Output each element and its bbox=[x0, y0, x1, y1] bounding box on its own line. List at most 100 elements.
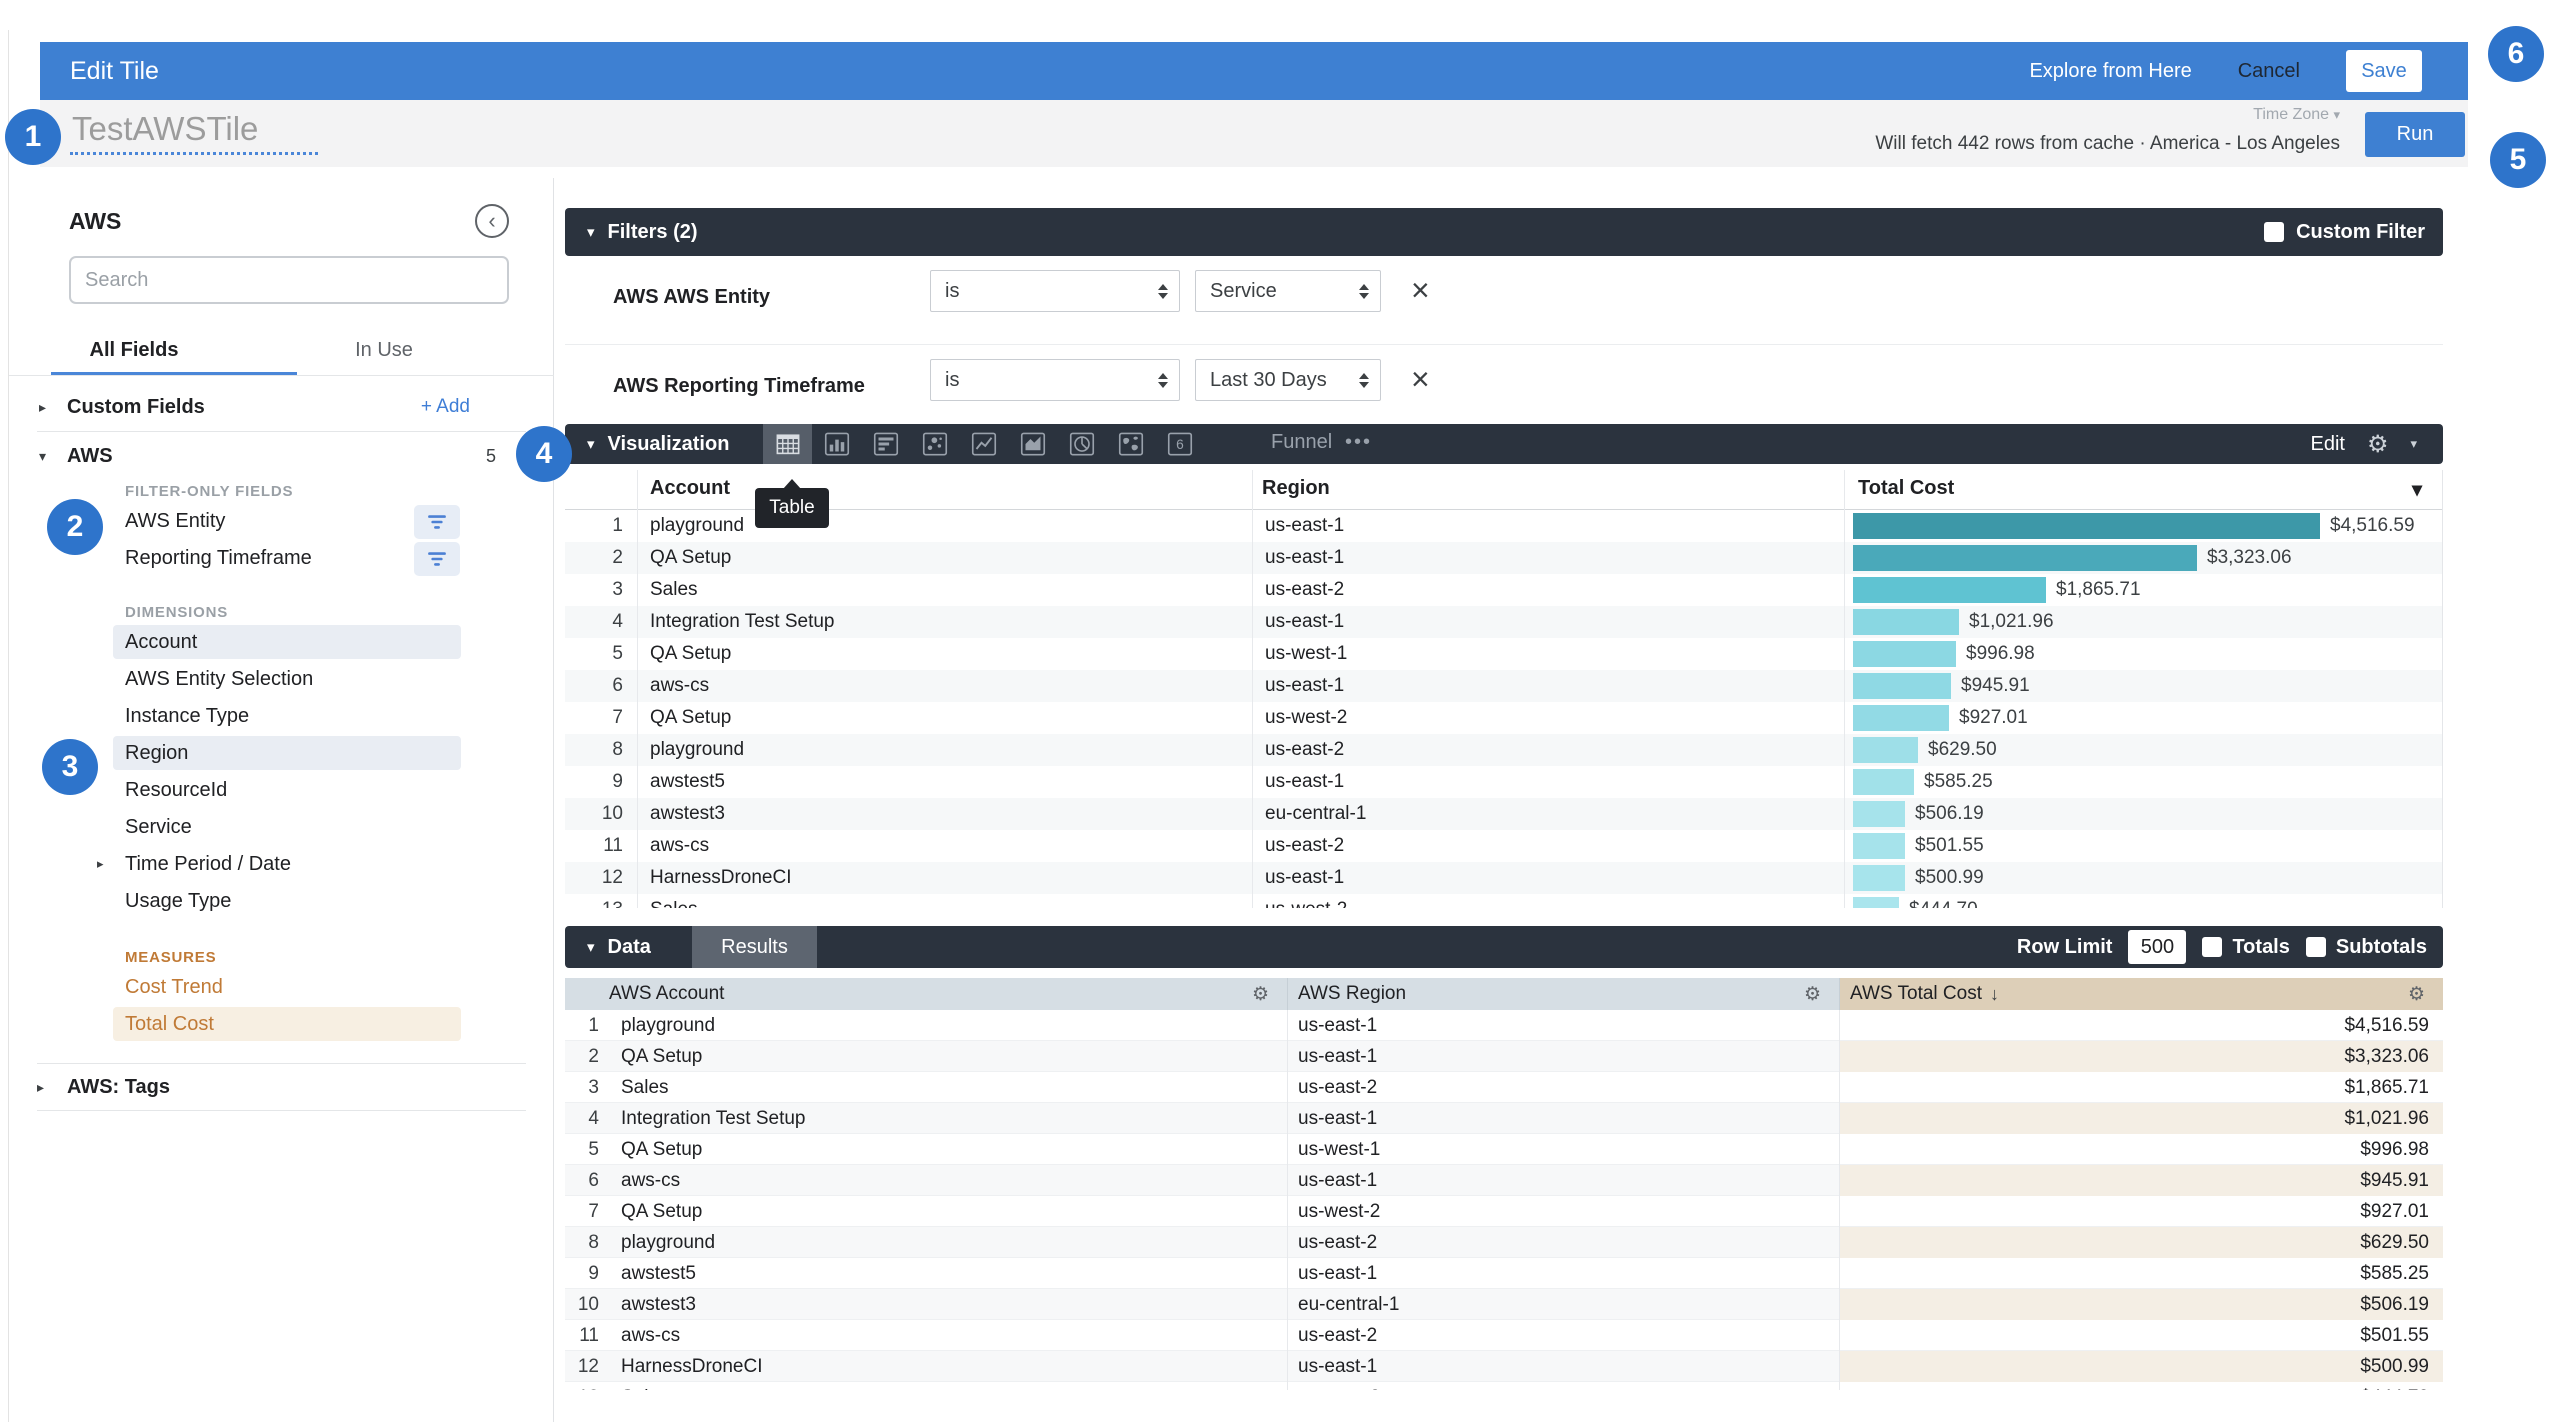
tab-all-fields[interactable]: All Fields bbox=[9, 330, 259, 376]
region-cell[interactable]: us-east-2 bbox=[1252, 579, 1844, 601]
pie-chart-icon[interactable] bbox=[1057, 424, 1106, 464]
funnel-chart-button[interactable]: Funnel bbox=[1271, 431, 1332, 454]
aws-total-cost-cell[interactable]: $585.25 bbox=[1839, 1258, 2443, 1289]
tab-in-use[interactable]: In Use bbox=[259, 330, 509, 376]
sidebar-item-aws-entity-selection[interactable]: AWS Entity Selection bbox=[9, 662, 554, 699]
column-header-region[interactable]: Region bbox=[1262, 477, 1330, 500]
account-cell[interactable]: HarnessDroneCI bbox=[637, 867, 1252, 889]
aws-region-cell[interactable]: us-east-1 bbox=[1287, 1351, 1839, 1382]
region-cell[interactable]: us-east-1 bbox=[1252, 547, 1844, 569]
aws-account-cell[interactable]: QA Setup bbox=[608, 1139, 1287, 1161]
remove-filter-button[interactable]: × bbox=[1411, 361, 1430, 398]
aws-total-cost-cell[interactable]: $629.50 bbox=[1839, 1227, 2443, 1258]
region-cell[interactable]: us-east-1 bbox=[1252, 611, 1844, 633]
collapse-filters-icon[interactable]: ▾ bbox=[587, 223, 595, 241]
gear-icon[interactable]: ⚙ bbox=[1804, 983, 1821, 1006]
remove-filter-button[interactable]: × bbox=[1411, 272, 1430, 309]
sidebar-item-instance-type[interactable]: Instance Type bbox=[9, 699, 554, 736]
field-label[interactable]: Reporting Timeframe bbox=[125, 541, 312, 575]
filter-operator-select[interactable]: is bbox=[930, 270, 1180, 312]
cost-bar[interactable] bbox=[1853, 801, 1905, 827]
filter-icon[interactable] bbox=[414, 505, 460, 539]
map-chart-icon[interactable] bbox=[1106, 424, 1155, 464]
area-chart-icon[interactable] bbox=[1008, 424, 1057, 464]
search-input[interactable] bbox=[69, 256, 509, 304]
aws-total-cost-cell[interactable]: $4,516.59 bbox=[1839, 1010, 2443, 1041]
collapse-sidebar-button[interactable]: ‹ bbox=[475, 204, 509, 238]
cost-bar[interactable] bbox=[1853, 673, 1951, 699]
region-cell[interactable]: us-west-1 bbox=[1252, 643, 1844, 665]
aws-account-cell[interactable]: HarnessDroneCI bbox=[608, 1356, 1287, 1378]
custom-filter-checkbox[interactable] bbox=[2264, 222, 2284, 242]
collapse-visualization-icon[interactable]: ▾ bbox=[587, 435, 595, 453]
aws-region-cell[interactable]: us-east-1 bbox=[1287, 1041, 1839, 1072]
account-cell[interactable]: QA Setup bbox=[637, 707, 1252, 729]
aws-region-cell[interactable]: us-east-2 bbox=[1287, 1072, 1839, 1103]
cost-bar[interactable] bbox=[1853, 609, 1959, 635]
filter-value-select[interactable]: Service bbox=[1195, 270, 1381, 312]
aws-region-cell[interactable]: us-east-1 bbox=[1287, 1165, 1839, 1196]
table-icon[interactable] bbox=[763, 424, 812, 464]
bar-chart-icon[interactable] bbox=[861, 424, 910, 464]
aws-total-cost-cell[interactable]: $501.55 bbox=[1839, 1320, 2443, 1351]
cost-bar[interactable] bbox=[1853, 769, 1914, 795]
account-cell[interactable]: awstest5 bbox=[637, 771, 1252, 793]
save-button[interactable]: Save bbox=[2346, 50, 2422, 92]
account-cell[interactable]: QA Setup bbox=[637, 643, 1252, 665]
aws-group-row[interactable]: ▾ AWS 5 bbox=[9, 432, 554, 480]
chevron-down-icon[interactable]: ▾ bbox=[2410, 436, 2417, 452]
more-chart-types-button[interactable]: ••• bbox=[1345, 431, 1372, 454]
sidebar-item-usage-type[interactable]: Usage Type bbox=[9, 884, 554, 921]
aws-region-cell[interactable]: eu-central-1 bbox=[1287, 1289, 1839, 1320]
region-cell[interactable]: us-east-1 bbox=[1252, 771, 1844, 793]
cost-bar[interactable] bbox=[1853, 577, 2046, 603]
row-limit-input[interactable] bbox=[2128, 930, 2186, 964]
account-cell[interactable]: QA Setup bbox=[637, 547, 1252, 569]
aws-region-cell[interactable]: us-east-1 bbox=[1287, 1103, 1839, 1134]
gear-icon[interactable]: ⚙ bbox=[1252, 983, 1269, 1006]
account-cell[interactable]: Integration Test Setup bbox=[637, 611, 1252, 633]
cost-bar[interactable] bbox=[1853, 705, 1949, 731]
cancel-button[interactable]: Cancel bbox=[2238, 60, 2300, 83]
sidebar-item-cost-trend[interactable]: Cost Trend bbox=[9, 970, 554, 1007]
edit-visualization-button[interactable]: Edit bbox=[2310, 433, 2344, 456]
aws-account-cell[interactable]: QA Setup bbox=[608, 1046, 1287, 1068]
subtotals-checkbox[interactable] bbox=[2306, 937, 2326, 957]
add-custom-field-button[interactable]: + Add bbox=[421, 383, 470, 431]
aws-total-cost-cell[interactable]: $506.19 bbox=[1839, 1289, 2443, 1320]
aws-region-cell[interactable]: us-east-2 bbox=[1287, 1227, 1839, 1258]
account-cell[interactable]: playground bbox=[637, 739, 1252, 761]
region-cell[interactable]: us-east-1 bbox=[1252, 867, 1844, 889]
aws-account-cell[interactable]: Sales bbox=[608, 1387, 1287, 1391]
aws-account-cell[interactable]: Sales bbox=[608, 1077, 1287, 1099]
column-header-total-cost[interactable]: Total Cost bbox=[1858, 477, 1954, 500]
aws-region-cell[interactable]: us-west-1 bbox=[1287, 1134, 1839, 1165]
cost-bar[interactable] bbox=[1853, 513, 2320, 539]
column-sort-chevron-icon[interactable]: ▾ bbox=[2412, 477, 2422, 502]
region-cell[interactable]: us-east-2 bbox=[1252, 835, 1844, 857]
aws-region-cell[interactable]: us-east-2 bbox=[1287, 1320, 1839, 1351]
aws-account-cell[interactable]: QA Setup bbox=[608, 1201, 1287, 1223]
filter-icon[interactable] bbox=[414, 542, 460, 576]
account-cell[interactable]: playground bbox=[637, 515, 1252, 537]
column-chart-icon[interactable] bbox=[812, 424, 861, 464]
account-cell[interactable]: Sales bbox=[637, 579, 1252, 601]
single-value-icon[interactable]: 6 bbox=[1155, 424, 1204, 464]
sidebar-item-account[interactable]: Account bbox=[9, 625, 554, 662]
account-cell[interactable]: aws-cs bbox=[637, 835, 1252, 857]
custom-fields-row[interactable]: ▸ Custom Fields + Add bbox=[9, 383, 554, 431]
region-cell[interactable]: us-west-2 bbox=[1252, 707, 1844, 729]
cost-bar[interactable] bbox=[1853, 641, 1956, 667]
aws-account-cell[interactable]: Integration Test Setup bbox=[608, 1108, 1287, 1130]
region-cell[interactable]: us-east-1 bbox=[1252, 515, 1844, 537]
gear-icon[interactable]: ⚙ bbox=[2367, 430, 2389, 459]
cost-bar[interactable] bbox=[1853, 545, 2197, 571]
sidebar-item-service[interactable]: Service bbox=[9, 810, 554, 847]
time-zone-control[interactable]: Time Zone ▾ bbox=[2253, 106, 2340, 124]
account-cell[interactable]: awstest3 bbox=[637, 803, 1252, 825]
filter-value-select[interactable]: Last 30 Days bbox=[1195, 359, 1381, 401]
column-header-aws-total-cost[interactable]: AWS Total Cost ↓ ⚙ bbox=[1839, 978, 2443, 1010]
aws-account-cell[interactable]: awstest3 bbox=[608, 1294, 1287, 1316]
region-cell[interactable]: us-east-1 bbox=[1252, 675, 1844, 697]
filter-operator-select[interactable]: is bbox=[930, 359, 1180, 401]
